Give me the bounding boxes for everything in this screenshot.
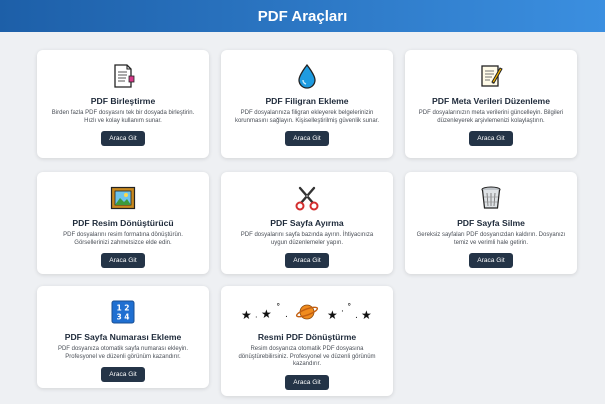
go-to-tool-button[interactable]: Araca Git [469, 253, 513, 268]
svg-text:3 4: 3 4 [116, 313, 129, 322]
svg-text:˚: ˚ [347, 303, 352, 314]
card-description: PDF dosyalarını resim formatına dönüştür… [63, 232, 183, 246]
svg-text:★: ★ [361, 308, 372, 322]
card-title: PDF Birleştirme [90, 96, 156, 106]
scissors-icon [229, 184, 385, 212]
card-title: PDF Sayfa Numarası Ekleme [64, 332, 182, 342]
go-to-tool-button[interactable]: Araca Git [469, 131, 513, 146]
go-to-tool-button[interactable]: Araca Git [285, 131, 329, 146]
go-to-tool-button[interactable]: Araca Git [101, 131, 145, 146]
card-title: PDF Meta Verileri Düzenleme [432, 96, 550, 106]
card-description: Gereksiz sayfaları PDF dosyanızdan kaldı… [416, 232, 566, 246]
memo-edit-icon [413, 62, 569, 90]
card-title: PDF Filigran Ekleme [265, 96, 349, 106]
svg-text:1 2: 1 2 [116, 304, 129, 313]
card-description: PDF dosyalarını sayfa bazında ayırın. İh… [240, 232, 374, 246]
tool-card-image-to-pdf: ★ · ★ ˚ . ★ · ˚ . ★ Resmi PDF Dönüştürme… [221, 286, 393, 396]
go-to-tool-button[interactable]: Araca Git [285, 253, 329, 268]
tool-card-pdf-split: PDF Sayfa Ayırma PDF dosyalarını sayfa b… [221, 172, 393, 274]
card-title: PDF Sayfa Ayırma [270, 218, 344, 228]
svg-text:˚: ˚ [276, 303, 281, 314]
go-to-tool-button[interactable]: Araca Git [285, 374, 329, 390]
tool-card-pdf-watermark: PDF Filigran Ekleme PDF dosyalarınıza fi… [221, 50, 393, 158]
framed-picture-icon [45, 184, 201, 212]
milky-way-planet-stars-icon: ★ · ★ ˚ . ★ · ˚ . ★ [229, 298, 385, 326]
tool-card-pdf-merge: PDF Birleştirme Birden fazla PDF dosyası… [37, 50, 209, 158]
page-title: PDF Araçları [257, 7, 348, 25]
document-merge-icon [45, 62, 201, 90]
card-title: PDF Resim Dönüştürücü [72, 218, 174, 228]
svg-text:·: · [341, 307, 344, 317]
svg-text:·: · [255, 313, 258, 322]
tool-card-pdf-page-numbering: 1 2 3 4 PDF Sayfa Numarası Ekleme PDF do… [37, 286, 209, 388]
card-title: PDF Sayfa Silme [457, 218, 525, 228]
svg-text:★: ★ [261, 307, 272, 321]
card-title: Resmi PDF Dönüştürme [257, 332, 357, 342]
trash-bin-icon [413, 184, 569, 212]
card-description: Resim dosyanıza otomatik PDF dosyasına d… [238, 346, 376, 367]
svg-text:.: . [285, 310, 288, 320]
go-to-tool-button[interactable]: Araca Git [101, 253, 145, 268]
tool-card-pdf-image-converter: PDF Resim Dönüştürücü PDF dosyalarını re… [37, 172, 209, 274]
svg-text:★: ★ [327, 308, 338, 322]
svg-text:.: . [355, 311, 358, 321]
card-description: PDF dosyanıza otomatik sayfa numarası ek… [57, 346, 189, 360]
tool-card-pdf-metadata: PDF Meta Verileri Düzenleme PDF dosyalar… [405, 50, 577, 158]
card-description: Birden fazla PDF dosyasını tek bir dosya… [51, 110, 195, 124]
page-header: PDF Araçları [0, 0, 605, 32]
go-to-tool-button[interactable]: Araca Git [101, 367, 145, 382]
water-drop-icon [229, 62, 385, 90]
numbers-1234-icon: 1 2 3 4 [45, 298, 201, 326]
card-description: PDF dosyalarınızın meta verilerini günce… [418, 110, 564, 124]
card-description: PDF dosyalarınıza filigran ekleyerek bel… [234, 110, 380, 124]
tool-card-pdf-page-delete: PDF Sayfa Silme Gereksiz sayfaları PDF d… [405, 172, 577, 274]
svg-text:★: ★ [241, 308, 252, 322]
